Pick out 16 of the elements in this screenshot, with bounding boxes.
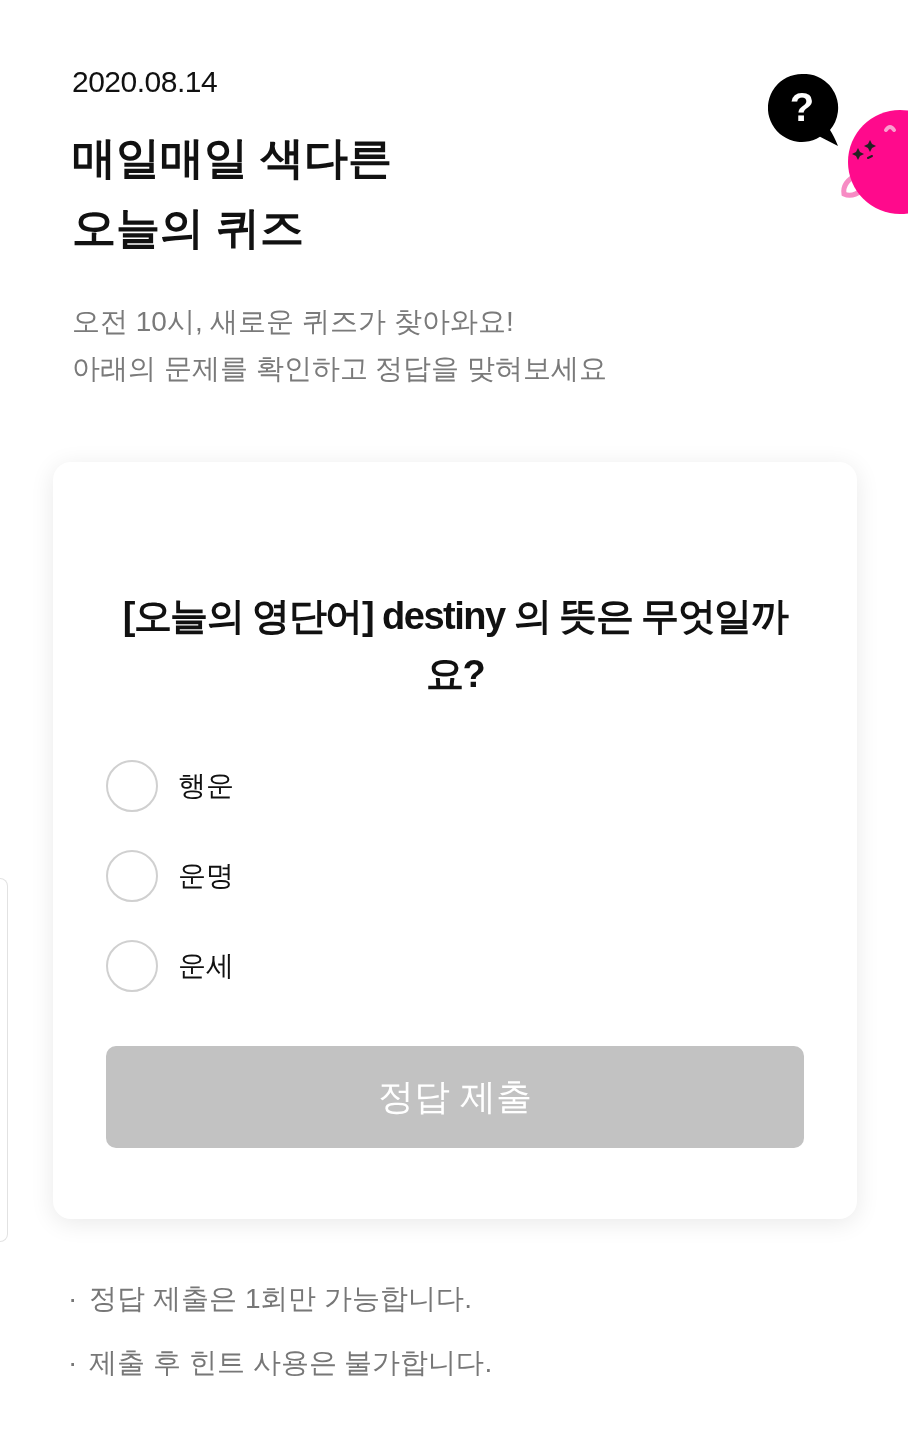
bullet-point: · <box>68 1346 78 1380</box>
page-title: 오늘의 퀴즈 <box>72 202 305 254</box>
quiz-question: [오늘의 영단어] destiny 의 뜻은 무엇일까요? <box>121 594 789 697</box>
subtitle-text: 오전 10시, 새로운 퀴즈가 찾아와요! <box>72 305 514 339</box>
bullet-point: · <box>68 1282 78 1316</box>
note-text: 정답 제출은 1회만 가능합니다. <box>89 1282 473 1316</box>
radio-button[interactable] <box>106 940 158 992</box>
option-label[interactable]: 운세 <box>178 946 234 986</box>
page-title: 매일매일 색다른 <box>72 132 393 184</box>
radio-button[interactable] <box>106 760 158 812</box>
note-text: 제출 후 힌트 사용은 불가합니다. <box>89 1346 493 1380</box>
quiz-date: 2020.08.14 <box>72 64 218 100</box>
subtitle-text: 아래의 문제를 확인하고 정답을 맞혀보세요 <box>72 352 608 386</box>
option-label[interactable]: 행운 <box>178 766 234 806</box>
radio-button[interactable] <box>106 850 158 902</box>
option-label[interactable]: 운명 <box>178 856 234 896</box>
